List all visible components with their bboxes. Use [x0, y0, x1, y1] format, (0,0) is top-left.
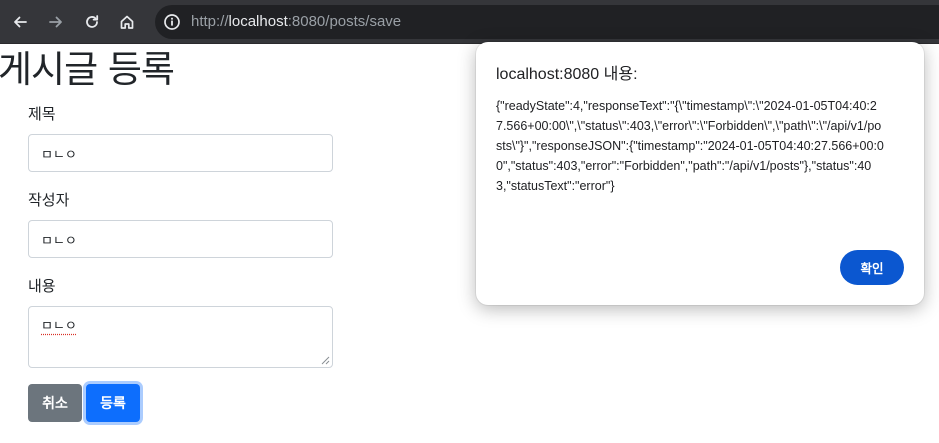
dialog-ok-button[interactable]: 확인: [840, 250, 904, 285]
alert-dialog: localhost:8080 내용: {"readyState":4,"resp…: [476, 42, 924, 305]
author-label: 작성자: [28, 191, 70, 209]
author-input-value: ㅁㄴㅇ: [41, 233, 77, 249]
url-path: :8080/posts/save: [287, 13, 402, 30]
content-label: 내용: [28, 277, 56, 295]
save-button[interactable]: 등록: [86, 384, 140, 422]
author-input[interactable]: ㅁㄴㅇ: [28, 220, 333, 258]
browser-toolbar: http://localhost:8080/posts/save: [0, 0, 939, 44]
info-icon: [164, 14, 180, 30]
dialog-message: {"readyState":4,"responseText":"{\"times…: [496, 99, 884, 193]
home-button[interactable]: [116, 11, 138, 33]
reload-button[interactable]: [81, 11, 103, 33]
dialog-title: localhost:8080 내용:: [496, 66, 638, 83]
url-host: localhost: [228, 13, 288, 30]
url-scheme: http://: [191, 13, 229, 30]
reload-icon: [86, 15, 99, 28]
title-input[interactable]: ㅁㄴㅇ: [28, 134, 333, 172]
arrow-left-icon: [14, 16, 27, 28]
title-input-value: ㅁㄴㅇ: [41, 147, 77, 163]
back-button[interactable]: [9, 11, 31, 33]
address-url[interactable]: http://localhost:8080/posts/save: [191, 12, 401, 32]
forward-button[interactable]: [45, 11, 67, 33]
home-icon: [120, 15, 134, 29]
title-label: 제목: [28, 105, 56, 123]
page-title: 게시글 등록: [0, 48, 175, 91]
address-bar[interactable]: http://localhost:8080/posts/save: [155, 5, 939, 39]
arrow-right-icon: [49, 16, 62, 28]
cancel-button[interactable]: 취소: [28, 384, 82, 422]
content-textarea[interactable]: ㅁㄴㅇ: [28, 306, 333, 368]
content-textarea-value: ㅁㄴㅇ: [41, 319, 77, 334]
resize-grip-icon[interactable]: [321, 356, 330, 365]
site-info-button[interactable]: [162, 12, 182, 32]
